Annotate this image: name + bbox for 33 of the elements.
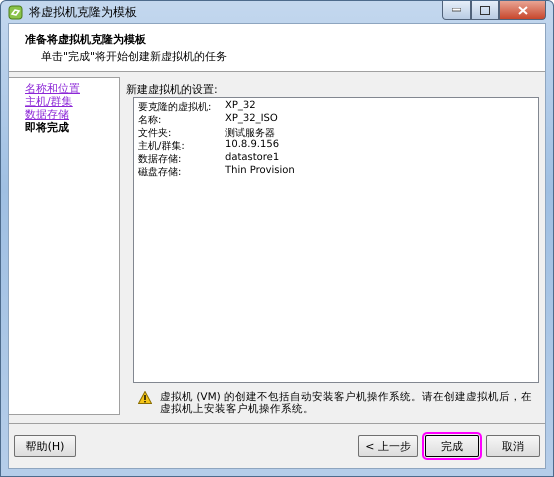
app-icon [8, 4, 23, 20]
setting-value: Thin Provision [225, 165, 296, 178]
maximize-icon [480, 6, 490, 14]
help-button[interactable]: 帮助(H) [14, 435, 76, 457]
page-subtitle: 单击"完成"将开始创建新虚拟机的任务 [40, 49, 228, 64]
step-link[interactable]: 主机/群集 [25, 95, 73, 108]
setting-value: XP_32 [225, 100, 257, 113]
cancel-button[interactable]: 取消 [486, 435, 540, 457]
setting-label: 要克隆的虚拟机: [138, 100, 212, 113]
maximize-button[interactable] [471, 1, 499, 20]
setting-value: XP_32_ISO [225, 113, 279, 126]
window-title: 将虚拟机克隆为模板 [29, 4, 138, 20]
close-button[interactable] [499, 1, 546, 20]
close-icon [518, 6, 528, 14]
setting-label: 磁盘存储: [138, 166, 182, 178]
finish-button[interactable]: 完成 [425, 435, 479, 457]
minimize-icon [452, 8, 461, 12]
step-link[interactable]: 即将完成 [25, 121, 69, 134]
step-link[interactable]: 数据存储 [25, 108, 69, 121]
setting-label: 数据存储: [138, 152, 182, 165]
settings-title: 新建虚拟机的设置: [126, 82, 218, 97]
setting-value: 10.8.9.156 [225, 139, 280, 152]
warning-text: 虚拟机 (VM) 的创建不包括自动安装客户机操作系统。请在创建虚拟机后，在虚拟机上安装客户机操作系统。 [160, 391, 533, 415]
warning-icon [138, 391, 152, 404]
minimize-button[interactable] [442, 1, 471, 20]
setting-label: 主机/群集: [138, 140, 186, 152]
setting-label: 文件夹: [138, 126, 172, 139]
back-button[interactable]: < 上一步 [358, 435, 418, 457]
page-title: 准备将虚拟机克隆为模板 [25, 32, 147, 47]
setting-value: 测试服务器 [225, 126, 276, 139]
step-link[interactable]: 名称和位置 [25, 82, 80, 95]
setting-label: 名称: [138, 114, 162, 126]
setting-value: datastore1 [225, 152, 280, 165]
